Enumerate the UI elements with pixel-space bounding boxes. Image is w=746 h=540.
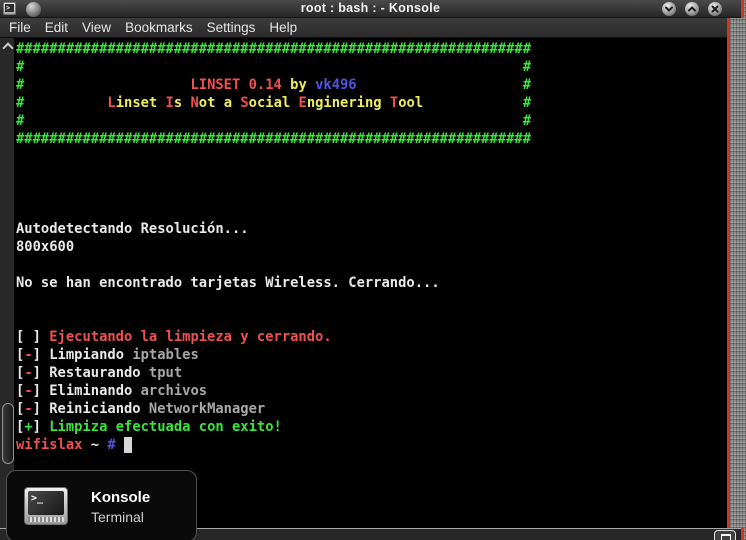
- scrollbar[interactable]: [0, 38, 15, 528]
- close-icon: [710, 4, 720, 14]
- konsole-terminal-icon: >_: [24, 487, 68, 525]
- window-border-right-top: [741, 0, 744, 18]
- window-border-right: [727, 18, 730, 528]
- close-button[interactable]: [708, 2, 722, 16]
- task-popup[interactable]: >_ Konsole Terminal: [6, 470, 197, 540]
- menu-view[interactable]: View: [75, 18, 118, 38]
- terminal-glyph: >: [5, 4, 14, 12]
- konsole-window-icon[interactable]: >: [3, 2, 16, 15]
- popup-app-name: Konsole: [91, 489, 150, 506]
- menu-bookmarks[interactable]: Bookmarks: [118, 18, 200, 38]
- titlebar[interactable]: root : bash : - Konsole >: [0, 0, 741, 18]
- taskbar-corner-button[interactable]: [714, 530, 736, 540]
- popup-app-description: Terminal: [91, 509, 144, 525]
- terminal-screen[interactable]: ########################################…: [0, 38, 727, 528]
- window-title: root : bash : - Konsole: [0, 0, 741, 18]
- window-controls: [662, 2, 722, 16]
- desktop-wallpaper-strip: [730, 0, 746, 540]
- minimize-button[interactable]: [662, 2, 676, 16]
- scroll-up-arrow-icon[interactable]: [2, 42, 13, 53]
- icon-ridges: [28, 517, 64, 522]
- menu-settings[interactable]: Settings: [200, 18, 263, 38]
- desktop: root : bash : - Konsole >: [0, 0, 746, 540]
- menubar: File Edit View Bookmarks Settings Help: [0, 18, 727, 38]
- menu-help[interactable]: Help: [262, 18, 304, 38]
- menu-edit[interactable]: Edit: [38, 18, 75, 38]
- window-icon: [721, 534, 731, 540]
- scrollbar-thumb[interactable]: [2, 403, 14, 464]
- menu-file[interactable]: File: [2, 18, 38, 38]
- sphere-button[interactable]: [26, 2, 41, 17]
- terminal-output: ########################################…: [16, 40, 531, 454]
- window-border-right-bottom: [741, 528, 744, 540]
- chevron-up-icon: [687, 4, 697, 14]
- terminal-screen-glyph: >_: [28, 491, 64, 515]
- chevron-down-icon: [664, 4, 674, 14]
- maximize-button[interactable]: [685, 2, 699, 16]
